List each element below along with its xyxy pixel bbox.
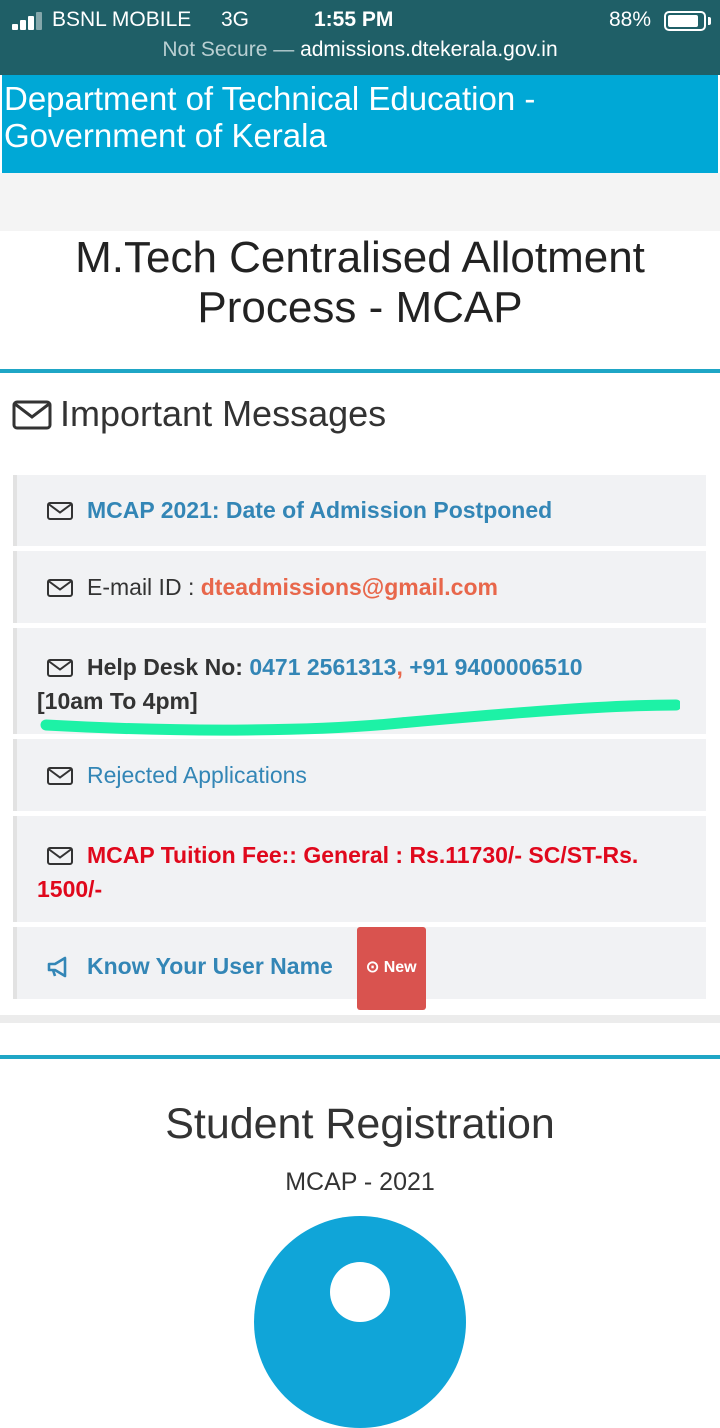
envelope-icon <box>47 659 73 677</box>
helpdesk-separator: , <box>396 654 403 680</box>
battery-tip <box>708 17 711 25</box>
know-username-link[interactable]: Know Your User Name <box>87 953 333 979</box>
rejected-applications-link[interactable]: Rejected Applications <box>87 762 307 788</box>
message-tuition-fee: MCAP Tuition Fee:: General : Rs.11730/- … <box>13 816 706 922</box>
messages-heading: Important Messages <box>12 393 386 435</box>
security-indicator: Not Secure — <box>162 38 295 61</box>
admission-postponed-link[interactable]: MCAP 2021: Date of Admission Postponed <box>87 497 552 523</box>
new-badge: ⊙ New <box>356 927 426 1010</box>
message-rejected-applications[interactable]: Rejected Applications <box>13 739 706 811</box>
signal-strength-icon <box>12 12 46 30</box>
message-know-username[interactable]: Know Your User Name ⊙ New <box>13 927 706 1010</box>
message-admission-postponed[interactable]: MCAP 2021: Date of Admission Postponed <box>13 475 706 546</box>
carrier-name: BSNL MOBILE <box>52 8 192 31</box>
clock-icon: ⊙ <box>365 959 380 976</box>
page-title-line-2: Process - MCAP <box>197 283 523 332</box>
registration-subtitle: MCAP - 2021 <box>285 1168 435 1196</box>
helpdesk-label: Help Desk No: <box>87 654 243 680</box>
address-bar[interactable]: Not Secure — admissions.dtekerala.gov.in <box>0 38 720 62</box>
department-header: Department of Technical Education - Gove… <box>2 75 718 173</box>
registration-title: Student Registration <box>165 1100 555 1148</box>
battery-percent: 88% <box>609 8 652 31</box>
department-line-2: Government of Kerala <box>4 117 327 154</box>
network-type: 3G <box>221 8 250 31</box>
url-host: admissions.dtekerala.gov.in <box>300 38 558 61</box>
department-line-1: Department of Technical Education - <box>4 80 536 117</box>
bullhorn-icon <box>47 956 67 978</box>
battery-icon <box>664 11 706 31</box>
envelope-icon <box>12 400 52 430</box>
registration-user-icon[interactable] <box>254 1216 466 1428</box>
page-title-line-1: M.Tech Centralised Allotment <box>75 233 645 282</box>
envelope-icon <box>47 847 73 865</box>
helpdesk-phone-1[interactable]: 0471 2561313 <box>249 654 396 680</box>
section-divider <box>0 369 720 373</box>
user-icon-head <box>330 1262 390 1322</box>
page-title: M.Tech Centralised Allotment Process - M… <box>0 231 720 333</box>
new-badge-text: New <box>383 959 417 976</box>
envelope-icon <box>47 502 73 520</box>
email-link[interactable]: dteadmissions@gmail.com <box>201 574 498 600</box>
email-label: E-mail ID : <box>87 574 195 600</box>
highlight-stroke <box>40 699 680 736</box>
section-divider-2 <box>0 1055 720 1059</box>
tuition-fee-text: MCAP Tuition Fee:: General : Rs.11730/- … <box>37 842 639 902</box>
panel-shadow <box>0 1015 720 1023</box>
header-spacer <box>0 173 720 231</box>
message-email: E-mail ID : dteadmissions@gmail.com <box>13 551 706 623</box>
envelope-icon <box>47 767 73 785</box>
helpdesk-phone-2[interactable]: +91 9400006510 <box>409 654 582 680</box>
clock: 1:55 PM <box>314 8 394 31</box>
envelope-icon <box>47 579 73 597</box>
messages-heading-text: Important Messages <box>60 393 387 434</box>
status-bar: BSNL MOBILE 3G 1:55 PM 88% Not Secure — … <box>0 0 720 75</box>
